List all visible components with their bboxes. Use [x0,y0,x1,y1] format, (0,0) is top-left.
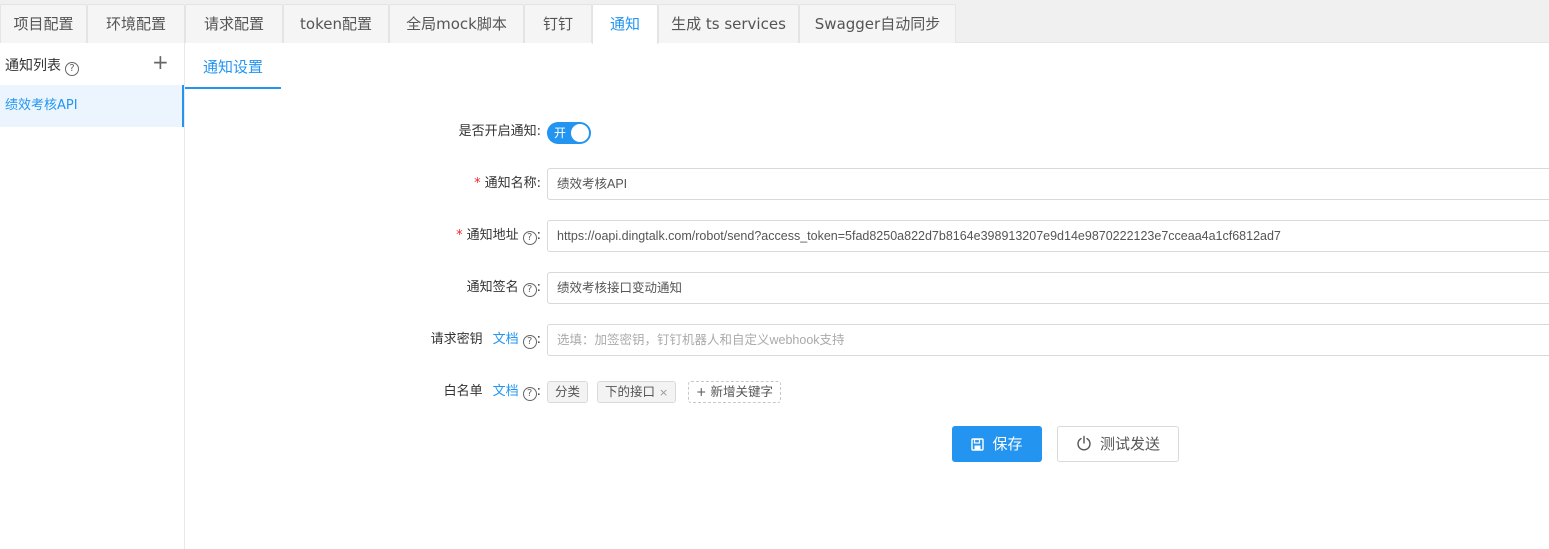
sidebar-header: 通知列表? + [0,43,184,85]
secret-input[interactable]: 选填：加签密钥，钉钉机器人和自定义webhook支持 [547,324,1549,356]
notification-sidebar: 通知列表? + 绩效考核API [0,43,185,549]
doc-link[interactable]: 文档 [493,384,519,399]
help-icon[interactable]: ? [522,283,537,297]
sidebar-item-notification[interactable]: 绩效考核API [0,85,184,127]
top-tab-bar: 项目配置 环境配置 请求配置 token配置 全局mock脚本 钉钉 通知 生成… [0,0,1549,44]
name-label: * 通知名称: [474,176,541,191]
notification-url-input[interactable]: https://oapi.dingtalk.com/robot/send?acc… [547,220,1549,252]
notification-sign-input[interactable]: 绩效考核接口变动通知 [547,272,1549,304]
required-mark: * [474,176,481,191]
test-send-button[interactable]: 测试发送 [1057,426,1179,462]
enable-label: 是否开启通知: [458,124,541,139]
secret-label: 请求密钥 文档?: [430,332,541,349]
sign-label: 通知签名?: [466,280,541,297]
tab-ts-services[interactable]: 生成 ts services [658,4,799,43]
notification-name-input[interactable]: 绩效考核API [547,168,1549,200]
whitelist-tag: 分类 [547,381,589,403]
tab-notification[interactable]: 通知 [592,4,658,44]
doc-link[interactable]: 文档 [493,332,519,347]
enable-switch[interactable]: 开 [547,122,591,144]
help-icon[interactable]: ? [65,62,79,76]
power-icon [1076,429,1092,463]
help-icon[interactable]: ? [522,335,537,349]
tab-request-config[interactable]: 请求配置 [185,4,283,43]
tab-dingtalk[interactable]: 钉钉 [524,4,592,43]
add-keyword-button[interactable]: + 新增关键字 [688,381,781,403]
add-notification-icon[interactable]: + [152,51,169,73]
required-mark: * [456,228,463,243]
close-icon[interactable]: × [659,386,668,399]
tab-swagger-sync[interactable]: Swagger自动同步 [799,4,956,43]
tab-token-config[interactable]: token配置 [283,4,389,43]
tab-notification-settings[interactable]: 通知设置 [185,43,281,89]
help-icon[interactable]: ? [522,387,537,401]
tab-project-config[interactable]: 项目配置 [0,4,87,43]
switch-text: 开 [554,126,567,140]
tab-global-mock[interactable]: 全局mock脚本 [389,4,524,43]
help-icon[interactable]: ? [522,231,537,245]
whitelist-label: 白名单 文档?: [443,384,541,401]
tab-env-config[interactable]: 环境配置 [87,4,185,43]
save-icon [971,428,985,464]
whitelist-tag: 下的接口 × [597,381,677,403]
url-label: * 通知地址?: [456,228,541,245]
sidebar-title: 通知列表? [5,55,79,76]
switch-knob [571,124,589,142]
save-button[interactable]: 保存 [952,426,1042,462]
